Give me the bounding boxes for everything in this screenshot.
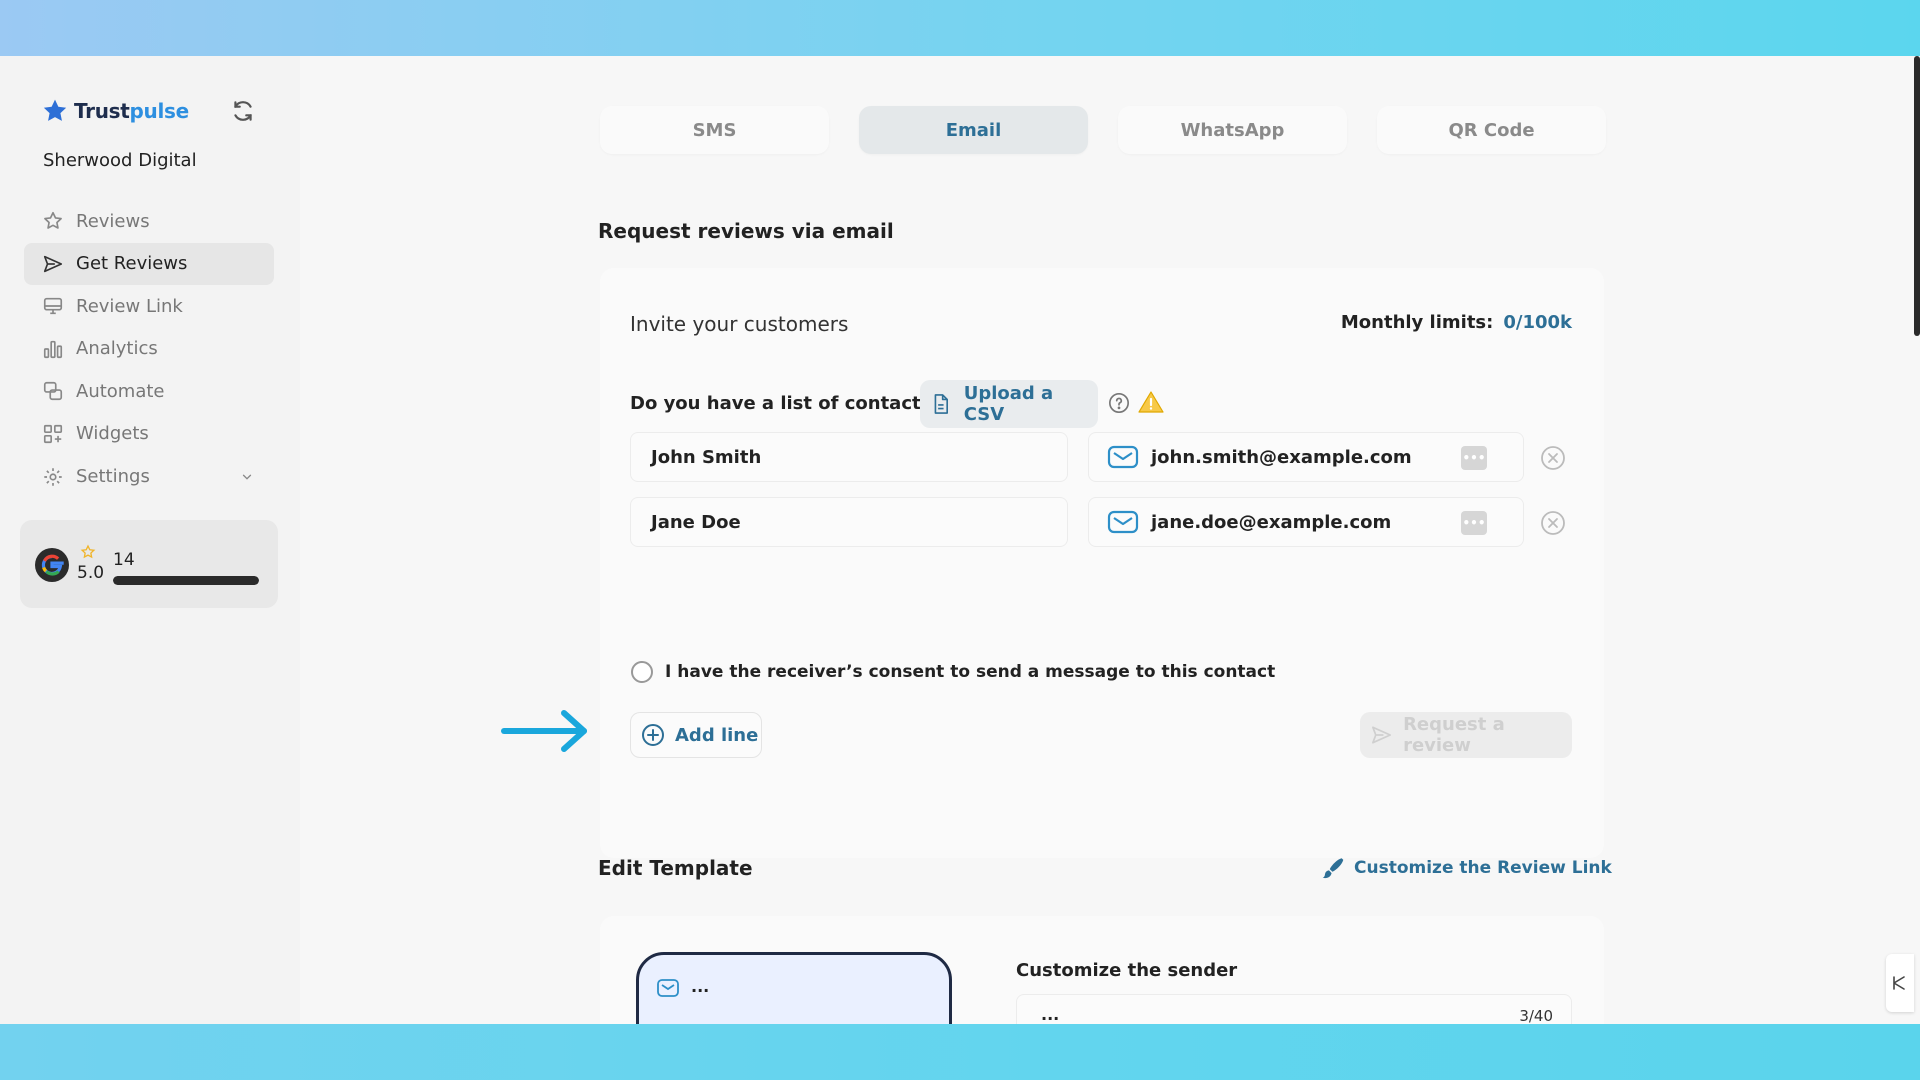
sidebar-item-review-link[interactable]: Review Link — [24, 285, 274, 327]
file-icon — [934, 394, 948, 414]
invite-card: Invite your customers Monthly limits: 0/… — [600, 268, 1604, 858]
send-icon — [1372, 726, 1392, 744]
brand-logo[interactable]: Trustpulse — [42, 98, 189, 124]
google-rating-value: 5.0 — [77, 563, 105, 583]
contact-name-input[interactable]: John Smith — [630, 432, 1068, 482]
warning-icon[interactable] — [1138, 390, 1164, 414]
contacts-question: Do you have a list of contacts? — [630, 393, 942, 414]
sidebar-item-settings[interactable]: Settings — [24, 456, 274, 498]
feedback-icon — [1893, 976, 1905, 990]
remove-row-icon[interactable] — [1540, 445, 1566, 471]
upload-csv-button[interactable]: Upload a CSV — [920, 380, 1098, 428]
sidebar-item-label: Widgets — [76, 423, 149, 445]
google-progress-bar — [113, 576, 259, 585]
sidebar-item-automate[interactable]: Automate — [24, 370, 274, 412]
tab-qr-code[interactable]: QR Code — [1377, 106, 1606, 154]
google-rating-card[interactable]: 5.0 14 — [20, 520, 278, 608]
monthly-limits-value: 0/100k — [1503, 312, 1572, 333]
invite-title: Invite your customers — [630, 312, 849, 336]
sidebar-item-widgets[interactable]: Widgets — [24, 413, 274, 455]
contact-row: Jane Doe jane.doe@example.com ••• — [630, 497, 1584, 547]
bottom-backdrop-band — [0, 1024, 1920, 1080]
sidebar-item-label: Reviews — [76, 210, 150, 232]
monthly-limits-label: Monthly limits: — [1340, 312, 1494, 333]
page-scrollbar[interactable] — [1914, 56, 1920, 336]
contact-email-input[interactable]: jane.doe@example.com ••• — [1088, 497, 1524, 547]
consent-label: I have the receiver’s consent to send a … — [665, 662, 1276, 682]
brand-name-part2: pulse — [129, 99, 190, 123]
monthly-limits: Monthly limits: 0/100k — [1341, 312, 1572, 333]
add-line-button[interactable]: Add line — [630, 712, 762, 758]
phone-preview: ... — [636, 952, 952, 1024]
contact-email-input[interactable]: john.smith@example.com ••• — [1088, 432, 1524, 482]
rating-star-icon — [80, 544, 96, 559]
sidebar: Trustpulse Sherwood Digital Reviews Get … — [0, 56, 300, 1024]
bar-chart-icon — [43, 340, 63, 358]
sidebar-item-get-reviews[interactable]: Get Reviews — [24, 242, 274, 285]
sidebar-nav: Reviews Get Reviews Review Link Analytic… — [24, 200, 274, 498]
sidebar-item-label: Automate — [76, 380, 165, 402]
section-title-request: Request reviews via email — [598, 219, 894, 243]
annotation-arrow-icon — [501, 710, 587, 752]
mail-icon — [1107, 510, 1139, 534]
mail-icon — [657, 979, 679, 997]
sidebar-item-label: Get Reviews — [76, 253, 188, 275]
remove-row-icon[interactable] — [1540, 510, 1566, 536]
sender-input[interactable]: ... 3/40 — [1016, 994, 1572, 1024]
brand-star-icon — [43, 99, 67, 121]
contact-name-input[interactable]: Jane Doe — [630, 497, 1068, 547]
monitor-icon — [43, 298, 63, 315]
organization-name: Sherwood Digital — [43, 150, 197, 171]
request-review-button[interactable]: Request a review — [1360, 712, 1572, 758]
contact-email-value: jane.doe@example.com — [1151, 511, 1392, 533]
sidebar-item-analytics[interactable]: Analytics — [24, 328, 274, 370]
more-options-icon[interactable]: ••• — [1461, 446, 1487, 470]
sidebar-item-label: Review Link — [76, 295, 183, 317]
automate-icon — [43, 382, 63, 401]
sidebar-item-reviews[interactable]: Reviews — [24, 200, 274, 242]
sender-label: Customize the sender — [1016, 960, 1238, 981]
app-window: Trustpulse Sherwood Digital Reviews Get … — [0, 56, 1920, 1024]
star-icon — [44, 211, 62, 229]
plus-circle-icon — [642, 724, 664, 746]
widgets-icon — [43, 424, 63, 444]
customize-link-label: Customize the Review Link — [1354, 858, 1612, 878]
add-line-label: Add line — [675, 724, 759, 746]
chevron-down-icon[interactable] — [240, 470, 254, 484]
google-progress-fill — [113, 576, 259, 585]
google-logo-icon — [35, 548, 69, 582]
side-feedback-widget[interactable] — [1886, 954, 1914, 1012]
contact-email-value: john.smith@example.com — [1151, 446, 1412, 468]
tab-whatsapp[interactable]: WhatsApp — [1118, 106, 1347, 154]
sidebar-item-label: Analytics — [76, 338, 158, 360]
phone-preview-sender: ... — [691, 977, 710, 996]
sidebar-item-label: Settings — [76, 466, 150, 488]
more-options-icon[interactable]: ••• — [1461, 511, 1487, 535]
template-card: ... Customize the sender ... 3/40 — [600, 916, 1604, 1024]
consent-radio[interactable] — [631, 661, 653, 683]
sender-input-value: ... — [1041, 1005, 1060, 1024]
brand-name: Trustpulse — [74, 99, 189, 123]
consent-checkbox[interactable]: I have the receiver’s consent to send a … — [631, 661, 1275, 683]
send-icon — [43, 255, 63, 272]
tab-sms[interactable]: SMS — [600, 106, 829, 154]
channel-tabs: SMS Email WhatsApp QR Code — [600, 106, 1606, 154]
top-backdrop-band — [0, 0, 1920, 56]
request-review-label: Request a review — [1403, 714, 1505, 756]
sender-char-count: 3/40 — [1519, 1007, 1553, 1024]
google-review-count: 14 — [113, 550, 135, 570]
contact-row: John Smith john.smith@example.com ••• — [630, 432, 1584, 482]
refresh-icon[interactable] — [230, 98, 256, 124]
section-title-edit-template: Edit Template — [598, 856, 753, 880]
help-icon[interactable] — [1108, 392, 1130, 414]
brush-icon — [1322, 858, 1344, 879]
gear-icon — [44, 467, 62, 486]
brand-name-part1: Trust — [74, 99, 130, 123]
tab-email[interactable]: Email — [859, 106, 1088, 154]
upload-csv-label: Upload a CSV — [963, 383, 1054, 425]
mail-icon — [1107, 445, 1139, 469]
customize-review-link[interactable]: Customize the Review Link — [1320, 855, 1612, 881]
